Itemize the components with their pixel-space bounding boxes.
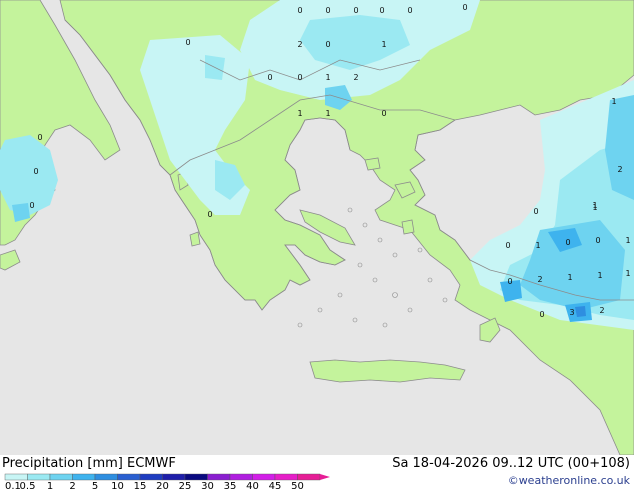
value-label: 0: [381, 109, 386, 118]
legend-swatch: [162, 473, 186, 481]
legend-label: 1: [47, 481, 53, 490]
value-label: 0: [267, 73, 272, 82]
legend-swatch: [229, 473, 253, 481]
legend-label: 5: [92, 481, 98, 490]
color-legend: 0.10.5 1 2 5 10 15 20 25 30 35 40 45 50: [4, 473, 330, 490]
legend-label: 10: [111, 481, 124, 490]
value-label: 1: [611, 97, 616, 106]
legend-label: 0.1: [5, 481, 21, 490]
precipitation-map: 0 0 0 0 0 0 0 2 0 1 0 0 1 2 1 1 0 0 0 0 …: [0, 0, 634, 455]
value-label: 2: [353, 73, 358, 82]
legend-label: 35: [224, 481, 237, 490]
lemnos-island: [364, 157, 381, 171]
chios-island: [401, 219, 415, 235]
value-label: 1: [535, 241, 540, 250]
value-label: 1: [592, 201, 597, 210]
value-label: 0: [37, 133, 42, 142]
value-label: 3: [569, 308, 574, 317]
value-label: 1: [325, 109, 330, 118]
legend-arrow: [320, 474, 330, 480]
value-label: 0: [207, 210, 212, 219]
legend-swatch: [117, 473, 141, 481]
legend-label: 25: [179, 481, 192, 490]
legend-swatch: [139, 473, 163, 481]
value-label: 0: [297, 73, 302, 82]
value-label: 2: [297, 40, 302, 49]
value-label: 2: [617, 165, 622, 174]
value-label: 0: [33, 167, 38, 176]
legend-label: 20: [156, 481, 169, 490]
legend-swatch: [184, 473, 208, 481]
legend-swatch: [252, 473, 276, 481]
value-label: 0: [185, 38, 190, 47]
legend-label: 40: [246, 481, 259, 490]
legend-swatch: [94, 473, 118, 481]
value-label: 0: [565, 238, 570, 247]
value-label: 0: [379, 6, 384, 15]
legend-swatch: [27, 473, 51, 481]
credit-link[interactable]: ©weatheronline.co.uk: [508, 474, 630, 487]
value-label: 0: [462, 3, 467, 12]
legend-label: 0.5: [20, 481, 36, 490]
value-label: 1: [325, 73, 330, 82]
legend-swatch: [297, 473, 321, 481]
value-label: 0: [539, 310, 544, 319]
valid-time: Sa 18-04-2026 09..12 UTC (00+108): [392, 456, 630, 471]
value-label: 0: [29, 201, 34, 210]
value-label: 0: [533, 207, 538, 216]
value-label: 2: [537, 275, 542, 284]
value-label: 0: [595, 236, 600, 245]
value-label: 1: [597, 271, 602, 280]
value-label: 0: [507, 277, 512, 286]
value-label: 1: [625, 236, 630, 245]
legend-swatches: [4, 473, 330, 481]
value-label: 1: [381, 40, 386, 49]
value-label: 1: [625, 269, 630, 278]
value-label: 0: [407, 6, 412, 15]
legend-label: 15: [134, 481, 147, 490]
legend-labels: 0.10.5 1 2 5 10 15 20 25 30 35 40 45 50: [5, 481, 304, 490]
legend-label: 30: [201, 481, 214, 490]
kefalonia-island: [189, 231, 201, 247]
value-label: 2: [599, 306, 604, 315]
value-label: 0: [353, 6, 358, 15]
value-label: 1: [567, 273, 572, 282]
value-label: 0: [297, 6, 302, 15]
legend-swatch: [274, 473, 298, 481]
legend-swatch: [4, 473, 28, 481]
legend-label: 50: [291, 481, 304, 490]
value-label: 1: [297, 109, 302, 118]
legend-swatch: [49, 473, 73, 481]
value-label: 0: [325, 40, 330, 49]
legend-label: 45: [269, 481, 282, 490]
legend-swatch: [207, 473, 231, 481]
map-title: Precipitation [mm] ECMWF: [2, 456, 176, 471]
legend-label: 2: [69, 481, 75, 490]
value-label: 0: [505, 241, 510, 250]
value-label: 0: [325, 6, 330, 15]
legend-swatch: [72, 473, 96, 481]
